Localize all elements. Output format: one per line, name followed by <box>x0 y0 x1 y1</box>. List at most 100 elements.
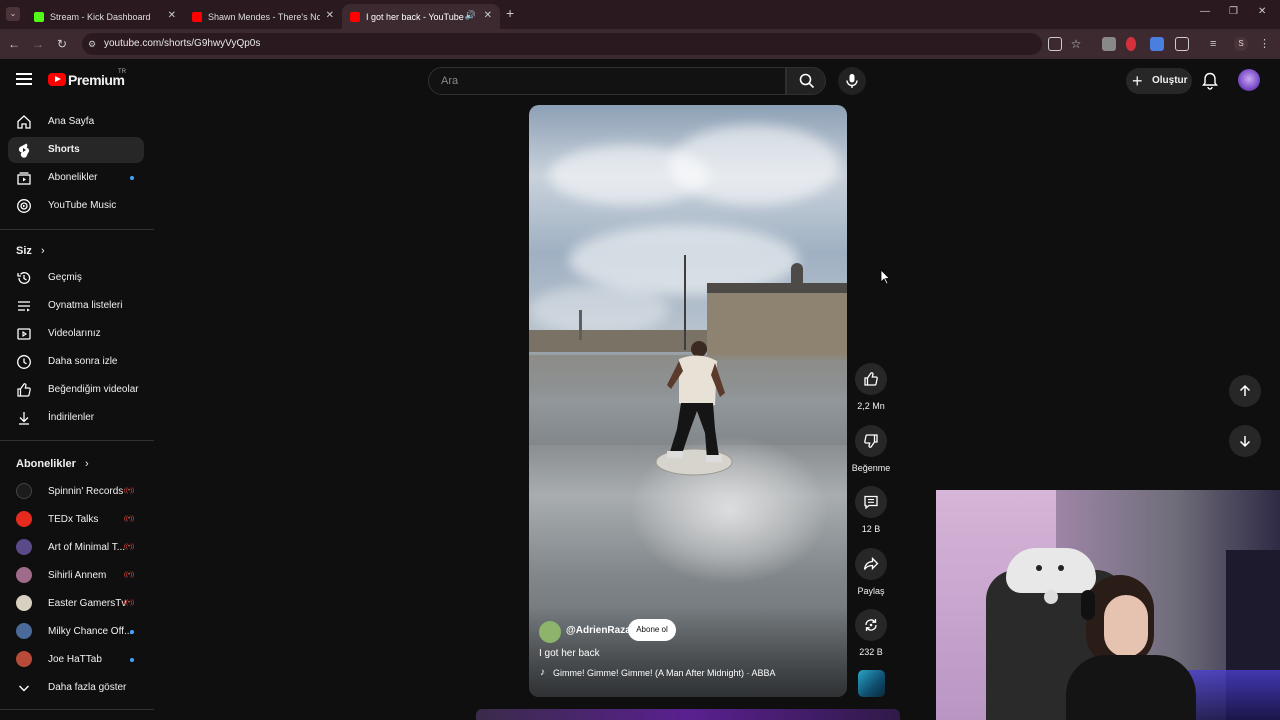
chair-logo <box>1044 590 1058 604</box>
remix-button[interactable] <box>855 609 887 641</box>
share-action[interactable]: Paylaş <box>855 548 887 596</box>
sidebar-item-downloads[interactable]: İndirilenler <box>8 405 144 431</box>
sidebar-channel-joe-hattab[interactable]: Joe HaTTab <box>8 647 144 673</box>
hamburger-menu-icon[interactable] <box>16 73 32 85</box>
sidebar-item-watch-later[interactable]: Daha sonra izle <box>8 349 144 375</box>
chevron-right-icon: › <box>40 245 45 257</box>
browser-tab-bar: ⌄ Stream - Kick Dashboard ✕ Shawn Mendes… <box>0 0 1280 29</box>
sidebar-item-label: Videolarınız <box>48 328 101 339</box>
dislike-button[interactable] <box>855 425 887 457</box>
new-content-dot <box>130 658 134 662</box>
profile-avatar[interactable]: S <box>1234 37 1248 51</box>
sidebar-item-liked-videos[interactable]: Beğendiğim videolar <box>8 377 144 403</box>
subscribe-button[interactable]: Abone ol <box>628 619 676 641</box>
tab-kick-dashboard[interactable]: Stream - Kick Dashboard ✕ <box>26 4 184 29</box>
media-controls-icon[interactable]: ≡ <box>1210 37 1224 51</box>
reload-icon[interactable]: ↻ <box>54 36 70 52</box>
sidebar-item-shorts[interactable]: Shorts <box>8 137 144 163</box>
address-bar[interactable]: ⚙ youtube.com/shorts/G9hwyVyQp0s <box>82 33 1042 55</box>
plus-icon: + <box>1132 71 1143 91</box>
section-title: Siz <box>16 245 32 257</box>
live-icon: ((•)) <box>124 600 135 606</box>
channel-avatar[interactable] <box>539 621 561 643</box>
translate-extension-icon[interactable] <box>1150 37 1164 51</box>
audio-track-thumbnail[interactable] <box>858 670 885 697</box>
site-info-icon[interactable]: ⚙ <box>88 33 96 55</box>
sidebar-channel-sihirli-annem[interactable]: Sihirli Annem ((•)) <box>8 563 144 589</box>
video-music-link[interactable]: Gimme! Gimme! Gimme! (A Man After Midnig… <box>553 668 776 678</box>
forward-icon[interactable]: → <box>30 36 46 52</box>
sidebar-item-history[interactable]: Geçmiş <box>8 265 144 291</box>
sidebar-item-label: Ana Sayfa <box>48 116 95 127</box>
search-button[interactable] <box>786 67 826 95</box>
channel-avatar <box>16 511 32 527</box>
dislike-label: Beğenme <box>851 463 891 473</box>
tab-shawn-mendes[interactable]: Shawn Mendes - There's Nothi ✕ <box>184 4 342 29</box>
close-window-icon[interactable]: ✕ <box>1258 6 1266 17</box>
tab-list-button[interactable]: ⌄ <box>6 7 20 21</box>
sidebar-channel-tedx-talks[interactable]: TEDx Talks ((•)) <box>8 507 144 533</box>
search-input[interactable]: Ara <box>428 67 786 95</box>
thumbs-down-icon <box>864 434 878 448</box>
microphone-icon <box>846 74 858 88</box>
install-app-icon[interactable] <box>1048 37 1062 51</box>
next-short-button[interactable] <box>1229 425 1261 457</box>
browser-menu-icon[interactable]: ⋮ <box>1259 37 1273 51</box>
extensions-puzzle-icon[interactable] <box>1175 37 1189 51</box>
video-title[interactable]: I got her back <box>539 648 600 659</box>
comments-button[interactable] <box>855 486 887 518</box>
voice-search-button[interactable] <box>838 67 866 95</box>
sidebar-item-youtube-music[interactable]: YouTube Music <box>8 193 144 219</box>
notifications-bell-icon[interactable] <box>1202 72 1218 90</box>
sidebar-item-subscriptions[interactable]: Abonelikler <box>8 165 144 191</box>
sidebar-item-your-videos[interactable]: Videolarınız <box>8 321 144 347</box>
history-icon <box>17 272 31 284</box>
sidebar-channel-easter-gamerstv[interactable]: Easter GamersTv ((•)) <box>8 591 144 617</box>
like-action[interactable]: 2,2 Mn <box>855 363 887 411</box>
chevron-right-icon: › <box>84 458 89 470</box>
channel-name[interactable]: @AdrienRaza <box>566 625 631 636</box>
remix-action[interactable]: 232 B <box>855 609 887 657</box>
mouse-cursor-icon <box>880 269 890 285</box>
sidebar-channel-spinnin-records[interactable]: Spinnin' Records ((•)) <box>8 479 144 505</box>
headset <box>1081 590 1095 620</box>
minimize-icon[interactable]: — <box>1200 6 1210 17</box>
previous-short-button[interactable] <box>1229 375 1261 407</box>
new-tab-button[interactable]: + <box>506 5 514 21</box>
bookmark-star-icon[interactable]: ☆ <box>1069 37 1083 51</box>
like-icon <box>17 383 31 397</box>
account-avatar[interactable] <box>1238 69 1260 91</box>
close-tab-icon[interactable]: ✕ <box>168 10 176 21</box>
comments-action[interactable]: 12 B <box>855 486 887 534</box>
close-tab-icon[interactable]: ✕ <box>484 10 492 21</box>
maximize-icon[interactable]: ❐ <box>1229 6 1238 17</box>
dislike-action[interactable]: Beğenme <box>852 425 890 473</box>
audio-playing-icon[interactable]: 🔊 <box>465 10 476 21</box>
sidebar-channel-milky-chance[interactable]: Milky Chance Off... <box>8 619 144 645</box>
subscriptions-section-heading[interactable]: Abonelikler › <box>16 458 89 470</box>
create-button[interactable]: + Oluştur <box>1126 68 1192 94</box>
share-button[interactable] <box>855 548 887 580</box>
back-icon[interactable]: ← <box>6 36 22 52</box>
sidebar-item-label: İndirilenler <box>48 412 95 423</box>
sidebar-item-label: Oynatma listeleri <box>48 300 123 311</box>
extension-icon[interactable] <box>1102 37 1116 51</box>
sidebar-item-label: Abonelikler <box>48 172 98 183</box>
channel-avatar <box>16 651 32 667</box>
tab-i-got-her-back[interactable]: I got her back - YouTube 🔊 ✕ <box>342 4 500 29</box>
next-short-preview[interactable] <box>476 709 900 720</box>
sidebar-item-home[interactable]: Ana Sayfa <box>8 109 144 135</box>
new-content-dot <box>130 630 134 634</box>
download-icon <box>19 412 29 425</box>
youtube-header: Premium TR Ara + Oluştur <box>0 59 1280 103</box>
sidebar-item-playlists[interactable]: Oynatma listeleri <box>8 293 144 319</box>
like-button[interactable] <box>855 363 887 395</box>
show-more-button[interactable]: Daha fazla göster <box>8 675 144 701</box>
sidebar-channel-art-of-minimal[interactable]: Art of Minimal T... ((•)) <box>8 535 144 561</box>
comment-icon <box>864 495 878 510</box>
channel-avatar <box>16 623 32 639</box>
extension-icon[interactable] <box>1126 37 1136 51</box>
shorts-video-player[interactable]: @AdrienRaza Abone ol I got her back ♪ Gi… <box>529 105 847 697</box>
close-tab-icon[interactable]: ✕ <box>326 10 334 21</box>
you-section-heading[interactable]: Siz › <box>16 245 45 257</box>
